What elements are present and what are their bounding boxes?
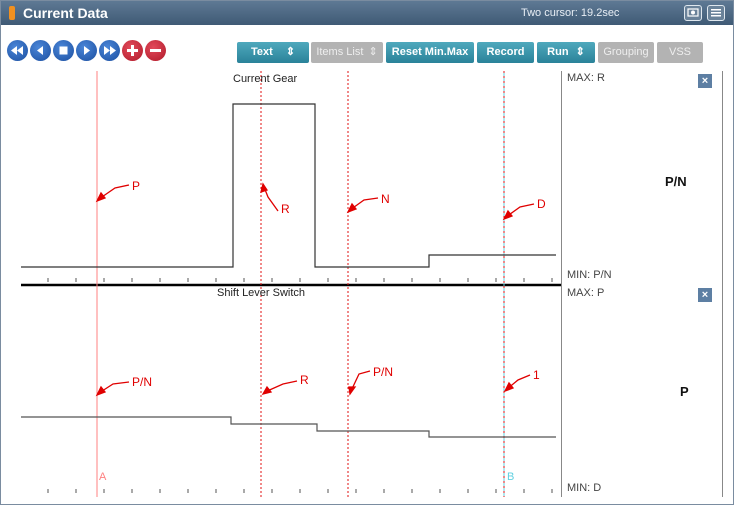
time-ticks-bottom	[47, 489, 553, 493]
panel1-min: MIN: P/N	[567, 269, 612, 281]
panel2-max: MAX: P	[567, 287, 605, 299]
run-dropdown[interactable]: Run ⇕	[537, 42, 595, 63]
current-gear-title: Current Gear	[233, 73, 298, 85]
cursor-info: Two cursor: 19.2sec	[521, 7, 620, 19]
graph-area[interactable]: Current Gear Shift Lever Switch P R N D …	[21, 71, 561, 497]
stop-icon[interactable]	[53, 40, 74, 61]
panel1-current-value: P/N	[665, 174, 687, 189]
annotation-d: D	[537, 197, 546, 211]
items-list-dropdown[interactable]: Items List ⇕	[311, 42, 383, 63]
annotation-pn: P/N	[132, 375, 153, 389]
panel1-close-icon[interactable]: ×	[698, 74, 712, 88]
record-button[interactable]: Record	[477, 42, 534, 63]
zoom-in-icon[interactable]	[122, 40, 143, 61]
window-title: Current Data	[23, 5, 108, 21]
toolbar: Text ⇕ Items List ⇕ Reset Min.Max Record…	[1, 25, 733, 69]
spinner-icon: ⇕	[285, 46, 296, 58]
cursor-a-label: A	[99, 471, 107, 483]
cursor-b-label: B	[507, 471, 515, 483]
zoom-out-icon[interactable]	[145, 40, 166, 61]
annotation-p: P	[132, 179, 141, 193]
panel2-close-icon[interactable]: ×	[698, 288, 712, 302]
spinner-icon: ⇕	[575, 46, 585, 58]
grouping-button[interactable]: Grouping	[598, 42, 654, 63]
window-icon	[9, 6, 15, 20]
graph-canvas	[21, 71, 561, 497]
step-back-icon[interactable]	[30, 40, 51, 61]
vss-button[interactable]: VSS	[657, 42, 703, 63]
run-label: Run	[547, 46, 569, 58]
value-panel: MAX: R × P/N MIN: P/N MAX: P × P MIN: D	[561, 71, 723, 497]
current-gear-trace	[21, 103, 556, 268]
annotation-r2: R	[300, 373, 309, 387]
time-ticks-top	[47, 278, 553, 282]
annotation-n: N	[381, 192, 390, 206]
capture-icon[interactable]	[684, 5, 702, 21]
panel1-max: MAX: R	[567, 72, 605, 84]
annotation-1: 1	[533, 368, 540, 382]
rewind-icon[interactable]	[7, 40, 28, 61]
shift-lever-trace	[21, 416, 556, 438]
text-mode-label: Text	[250, 46, 273, 58]
fast-forward-icon[interactable]	[99, 40, 120, 61]
title-bar: Current Data Two cursor: 19.2sec	[1, 1, 733, 25]
current-data-window: Current Data Two cursor: 19.2sec Text ⇕ …	[0, 0, 734, 505]
menu-icon[interactable]	[707, 5, 725, 21]
annotation-r: R	[281, 202, 290, 216]
spinner-icon: ⇕	[368, 46, 378, 58]
shift-lever-title: Shift Lever Switch	[217, 287, 306, 299]
reset-min-max-button[interactable]: Reset Min.Max	[386, 42, 474, 63]
annotation-pn2: P/N	[373, 365, 394, 379]
text-mode-dropdown[interactable]: Text ⇕	[237, 42, 309, 63]
panel2-current-value: P	[680, 384, 689, 399]
panel2-min: MIN: D	[567, 482, 602, 494]
items-list-label: Items List	[316, 46, 364, 58]
play-icon[interactable]	[76, 40, 97, 61]
